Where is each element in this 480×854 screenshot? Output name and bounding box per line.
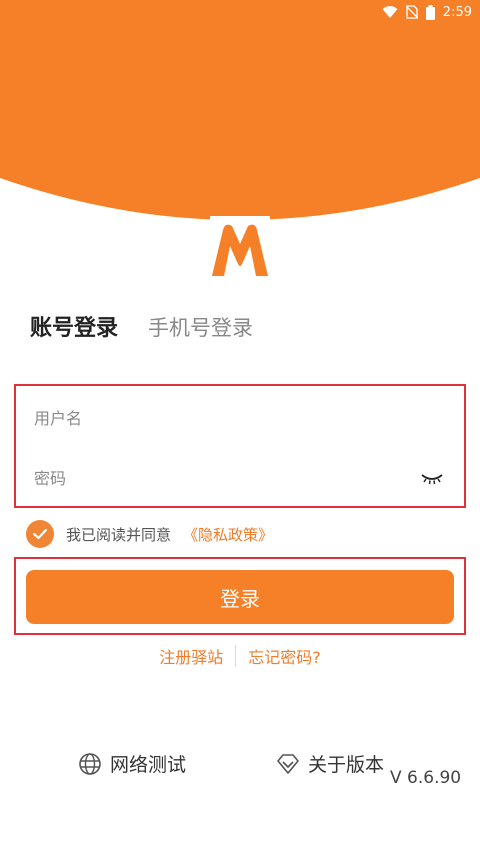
status-time: 2:59 <box>442 4 472 20</box>
account-links: 注册驿站 忘记密码? <box>0 644 480 668</box>
privacy-policy-link[interactable]: 《隐私政策》 <box>183 524 273 545</box>
battery-icon <box>425 4 435 20</box>
version-number: V 6.6.90 <box>390 768 462 788</box>
password-input[interactable] <box>32 467 448 489</box>
m-logo-icon <box>210 216 270 278</box>
login-screen: 2:59 账号登录 手机号登录 用户名 我已阅读并同意 《隐私政策》 登录 注册… <box>0 0 480 854</box>
no-sim-icon <box>405 5 418 19</box>
agreement-checkbox[interactable] <box>26 520 54 548</box>
register-link[interactable]: 注册驿站 <box>147 644 235 668</box>
username-field-row <box>32 398 448 438</box>
network-test-label: 网络测试 <box>110 754 187 776</box>
diamond-icon <box>277 753 299 774</box>
wifi-icon <box>382 5 398 19</box>
globe-icon <box>79 752 101 775</box>
tab-phone-login[interactable]: 手机号登录 <box>148 312 253 342</box>
about-version-label: 关于版本 <box>308 754 385 776</box>
agreement-text: 我已阅读并同意 <box>66 525 172 544</box>
tab-account-login[interactable]: 账号登录 <box>30 310 118 342</box>
network-test-button[interactable]: 网络测试 <box>78 750 186 777</box>
login-tabs: 账号登录 手机号登录 <box>30 310 253 342</box>
forgot-password-link[interactable]: 忘记密码? <box>236 644 333 668</box>
check-icon <box>32 528 48 540</box>
credentials-form <box>14 384 466 508</box>
username-input[interactable] <box>32 407 448 429</box>
password-field-row <box>32 458 448 498</box>
privacy-agreement: 我已阅读并同意 《隐私政策》 <box>26 520 273 548</box>
eye-closed-icon[interactable] <box>420 468 444 488</box>
status-bar: 2:59 <box>0 0 480 24</box>
login-button[interactable]: 登录 <box>26 570 454 624</box>
about-version-button[interactable]: 关于版本 <box>276 750 384 777</box>
